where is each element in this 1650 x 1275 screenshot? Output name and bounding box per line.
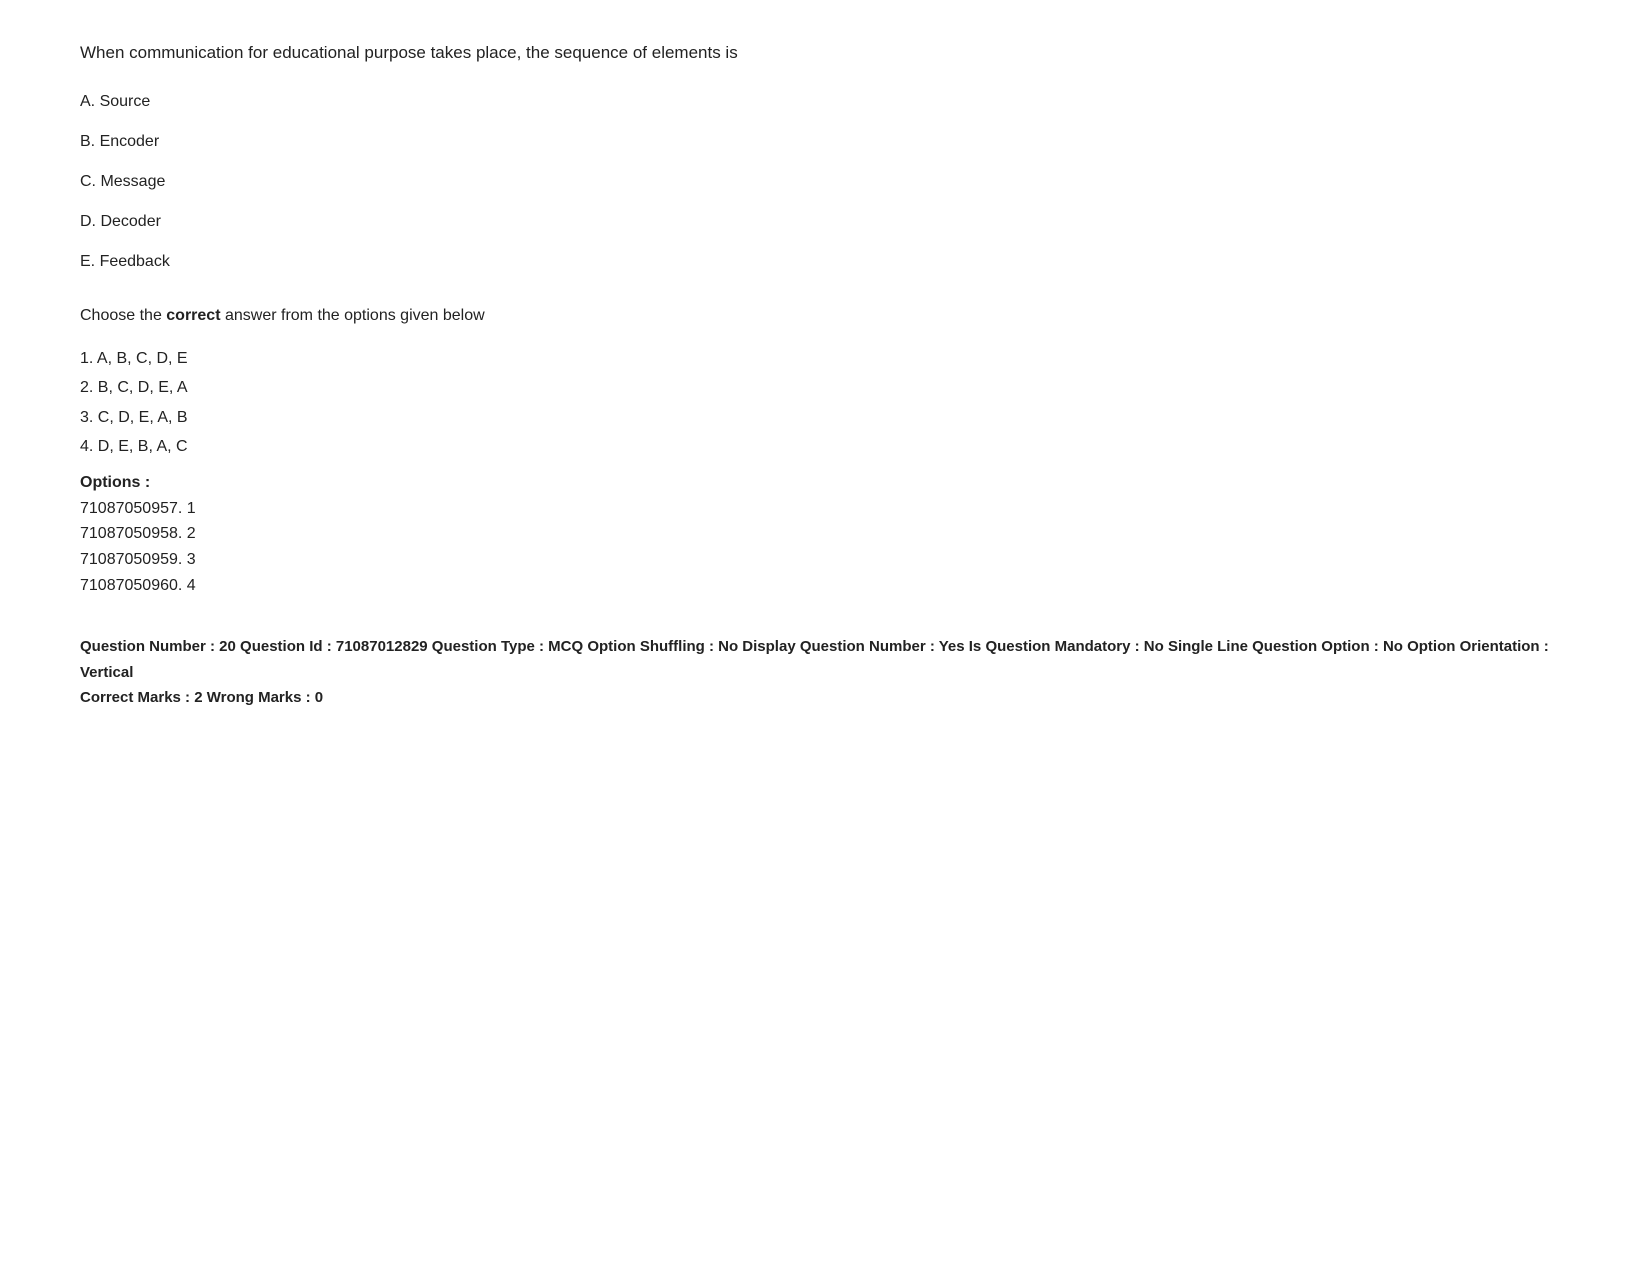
options-list: A. Source B. Encoder C. Message D. Decod…	[80, 90, 1570, 274]
answer-option-2: 2. B, C, D, E, A	[80, 375, 1570, 401]
metadata-line1: Question Number : 20 Question Id : 71087…	[80, 634, 1570, 685]
choose-instruction: Choose the correct answer from the optio…	[80, 304, 1570, 328]
answer-option-3: 3. C, D, E, A, B	[80, 405, 1570, 431]
option-a: A. Source	[80, 90, 1570, 114]
option-id-4: 71087050960. 4	[80, 573, 1570, 599]
choose-prefix: Choose the	[80, 307, 166, 324]
answer-option-1: 1. A, B, C, D, E	[80, 346, 1570, 372]
option-id-2: 71087050958. 2	[80, 521, 1570, 547]
option-id-3: 71087050959. 3	[80, 547, 1570, 573]
metadata-block: Question Number : 20 Question Id : 71087…	[80, 634, 1570, 711]
option-c: C. Message	[80, 170, 1570, 194]
answer-option-4: 4. D, E, B, A, C	[80, 434, 1570, 460]
question-text: When communication for educational purpo…	[80, 40, 1570, 66]
answer-options-list: 1. A, B, C, D, E 2. B, C, D, E, A 3. C, …	[80, 346, 1570, 460]
options-section: Options : 71087050957. 1 71087050958. 2 …	[80, 474, 1570, 598]
choose-suffix: answer from the options given below	[221, 307, 485, 324]
metadata-line2: Correct Marks : 2 Wrong Marks : 0	[80, 685, 1570, 711]
choose-bold: correct	[166, 307, 220, 324]
options-label: Options :	[80, 474, 1570, 492]
option-b: B. Encoder	[80, 130, 1570, 154]
option-d: D. Decoder	[80, 210, 1570, 234]
option-id-1: 71087050957. 1	[80, 496, 1570, 522]
option-e: E. Feedback	[80, 250, 1570, 274]
